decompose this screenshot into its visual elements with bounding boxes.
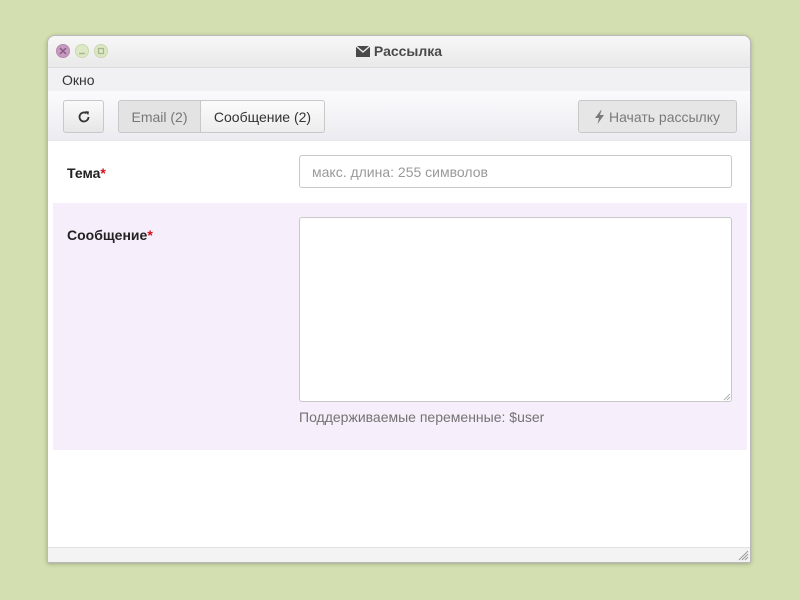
refresh-icon [78,110,89,122]
window-resize-grip-icon[interactable] [738,550,749,561]
start-mailing-button[interactable]: Начать рассылку [578,100,737,133]
title-bar[interactable]: Рассылка [48,36,750,68]
tab-email[interactable]: Email (2) [118,100,201,133]
message-textarea[interactable] [299,217,732,402]
menu-item-window[interactable]: Окно [62,72,95,88]
required-mark: * [147,227,153,243]
message-help-text: Поддерживаемые переменные: $user [299,409,545,425]
subject-label-text: Тема [67,165,101,181]
required-mark: * [100,165,106,181]
start-mailing-label: Начать рассылку [608,108,721,125]
bolt-icon [594,109,604,124]
message-label: Сообщение* [67,227,153,243]
subject-row: Тема* [48,141,750,202]
refresh-button[interactable] [63,100,104,133]
textarea-resize-grip-icon[interactable] [723,393,731,401]
menu-bar: Окно [48,68,750,92]
window-title-text: Рассылка [373,43,443,59]
mailing-window: Рассылка Окно Email (2) Сообщение (2) На… [47,35,751,563]
toolbar: Email (2) Сообщение (2) Начать рассылку [48,91,750,141]
subject-input[interactable] [299,155,732,188]
message-label-text: Сообщение [67,227,148,243]
window-title: Рассылка [48,43,750,59]
message-row: Сообщение* Поддерживаемые переменные: $u… [53,203,747,450]
tab-message[interactable]: Сообщение (2) [200,100,325,133]
status-bar [48,547,750,562]
envelope-icon [355,46,370,57]
subject-label: Тема* [67,165,106,181]
